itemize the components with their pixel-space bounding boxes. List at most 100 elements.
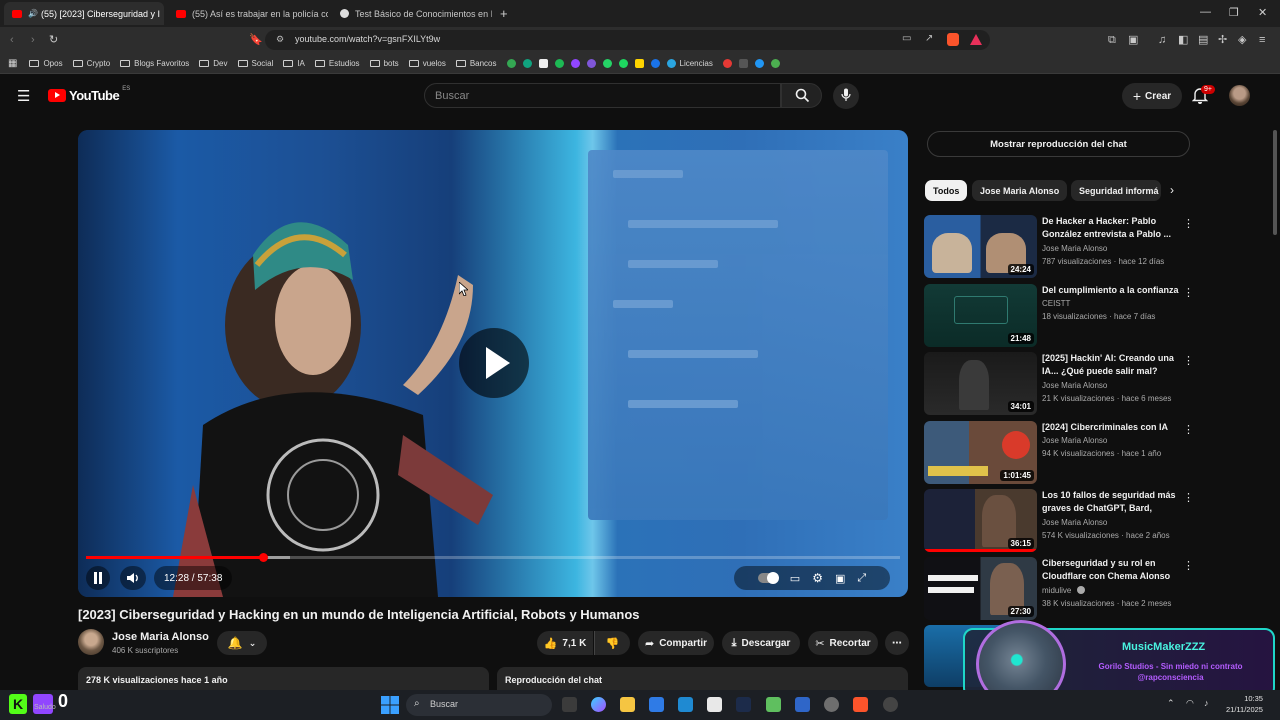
video-thumbnail[interactable]: 21:48 [924, 284, 1037, 347]
rec-channel[interactable]: Jose Maria Alonso [1042, 244, 1107, 253]
copilot-icon[interactable] [591, 697, 606, 712]
bookmark-spotify2-icon[interactable] [618, 58, 628, 68]
autoplay-toggle[interactable] [757, 572, 779, 584]
volume-button[interactable] [120, 566, 146, 590]
taskbar-clock[interactable]: 10:35 21/11/2025 [1226, 693, 1263, 715]
rec-title[interactable]: [2024] Cibercriminales con IA [1042, 421, 1180, 434]
vscode-icon[interactable] [678, 697, 693, 712]
bookmark-folder[interactable]: vuelos [408, 59, 446, 68]
bookmark-twitch-icon[interactable] [570, 58, 580, 68]
rec-channel[interactable]: Jose Maria Alonso [1042, 436, 1107, 445]
video-thumbnail[interactable]: 1:01:45 [924, 421, 1037, 484]
scrubber-handle[interactable] [258, 553, 268, 562]
progress-bar[interactable] [86, 553, 900, 562]
extensions-icon[interactable]: ⧉ [1108, 34, 1116, 46]
chip-channel[interactable]: Jose Maria Alonso [972, 180, 1068, 201]
app3-icon[interactable] [766, 697, 781, 712]
download-button[interactable]: ⤓ Descargar [722, 631, 800, 655]
taskbar-search[interactable]: ⌕ Buscar [406, 694, 552, 716]
more-vertical-icon[interactable]: ⋮ [1183, 559, 1194, 572]
bookmark-folder[interactable]: IA [283, 59, 305, 68]
site-info-icon[interactable]: ⚙ [276, 34, 284, 45]
recommendation-item[interactable]: 24:24 De Hacker a Hacker: Pablo González… [924, 215, 1200, 278]
apps-grid-icon[interactable]: ▦ [8, 58, 17, 69]
menu-icon[interactable]: ≡ [1259, 34, 1265, 46]
subtitles-icon[interactable]: ▭ [790, 572, 800, 585]
brave-rewards-icon[interactable] [970, 34, 982, 45]
subscribe-bell-button[interactable]: 🔔 ⌄ [217, 631, 267, 655]
rec-title[interactable]: Ciberseguridad y su rol en Cloudflare co… [1042, 557, 1180, 583]
settings-gear-icon[interactable]: ⚙ [812, 571, 823, 585]
cast-icon[interactable]: ▭ [902, 33, 911, 44]
rec-channel-row[interactable]: midulive [1042, 586, 1085, 595]
bookmark-notion-icon[interactable] [538, 58, 548, 68]
brave-taskbar-icon[interactable] [853, 697, 868, 712]
rec-channel[interactable]: CEISTT [1042, 299, 1070, 308]
show-chat-replay-button[interactable]: Mostrar reproducción del chat [927, 131, 1190, 157]
bookmark-app-icon[interactable] [586, 58, 596, 68]
video-thumbnail[interactable]: 27:30 [924, 557, 1037, 620]
share-button[interactable]: ➦ Compartir [638, 631, 714, 655]
forward-icon[interactable]: › [31, 34, 35, 46]
rec-channel[interactable]: Jose Maria Alonso [1042, 518, 1107, 527]
account-avatar[interactable] [1229, 85, 1250, 106]
youtube-logo[interactable]: YouTube ES [48, 86, 130, 103]
video-thumbnail[interactable]: 24:24 [924, 215, 1037, 278]
restore-icon[interactable]: ❐ [1229, 6, 1239, 19]
recommendation-item[interactable]: 27:30 Ciberseguridad y su rol en Cloudfl… [924, 557, 1200, 620]
translate-icon[interactable]: ✢ [1218, 34, 1227, 46]
browser-tab[interactable]: (55) Así es trabajar en la policía com [168, 2, 328, 25]
tray-volume-icon[interactable]: ♪ [1204, 698, 1209, 708]
tray-chevron-up-icon[interactable]: ⌃ [1167, 698, 1175, 709]
browser-tab-active[interactable]: 🔊 (55) [2023] Ciberseguridad y I ✕ [4, 2, 164, 25]
wallet-icon[interactable]: ▣ [1128, 34, 1138, 46]
bookmark-app5-icon[interactable] [754, 58, 764, 68]
bookmark-icon[interactable]: 🔖 [249, 34, 263, 46]
browser-tab[interactable]: Test Básico de Conocimientos en Inst [332, 2, 492, 25]
tray-network-icon[interactable]: ◠ [1186, 698, 1194, 709]
address-bar[interactable]: ⚙ youtube.com/watch?v=gsnFXILYt9w ▭ ↗ [265, 30, 990, 50]
bookmark-folder[interactable]: Dev [199, 59, 228, 68]
channel-name[interactable]: Jose Maria Alonso [112, 631, 209, 643]
bookmark-folder[interactable]: Crypto [72, 59, 110, 68]
obs-icon[interactable] [883, 697, 898, 712]
more-vertical-icon[interactable]: ⋮ [1183, 217, 1194, 230]
rec-title[interactable]: Del cumplimiento a la confianza [1042, 284, 1180, 297]
windows-start-icon[interactable] [381, 696, 399, 714]
back-icon[interactable]: ‹ [10, 34, 14, 46]
bookmark-app2-icon[interactable] [634, 58, 644, 68]
store-icon[interactable] [649, 697, 664, 712]
play-button[interactable] [459, 328, 529, 398]
recommendation-item[interactable]: 34:01 [2025] Hackin' AI: Creando una IA.… [924, 352, 1200, 415]
bookmark-chatgpt-icon[interactable] [522, 58, 532, 68]
task-view-icon[interactable] [562, 697, 577, 712]
bookmark-folder[interactable]: Blogs Favoritos [120, 59, 189, 68]
bookmark-edge-icon[interactable] [650, 58, 660, 68]
rec-title[interactable]: [2025] Hackin' AI: Creando una IA... ¿Qu… [1042, 352, 1180, 378]
more-actions-button[interactable]: ⋯ [885, 631, 909, 655]
bookmark-licencias[interactable]: Licencias [666, 58, 713, 68]
close-window-icon[interactable]: ✕ [1258, 6, 1267, 19]
more-vertical-icon[interactable]: ⋮ [1183, 423, 1194, 436]
bookmark-app6-icon[interactable] [770, 58, 780, 68]
hamburger-menu-icon[interactable]: ☰ [17, 87, 30, 105]
github-icon[interactable] [824, 697, 839, 712]
sidebar-icon[interactable]: ◧ [1178, 34, 1188, 46]
bookmark-app3-icon[interactable] [722, 58, 732, 68]
share-icon[interactable]: ↗ [925, 33, 933, 44]
channel-avatar[interactable] [78, 629, 104, 655]
rec-channel[interactable]: Jose Maria Alonso [1042, 381, 1107, 390]
like-button[interactable]: 👍 7,1 K [537, 631, 593, 655]
chevron-right-icon[interactable]: › [1170, 183, 1174, 197]
dislike-button[interactable]: 👎 [594, 631, 630, 655]
bookmark-folder[interactable]: bots [369, 59, 399, 68]
chip-topic[interactable]: Seguridad informá [1071, 180, 1161, 201]
vpn-icon[interactable]: ◈ [1238, 34, 1246, 46]
brave-shield-icon[interactable] [947, 33, 959, 46]
music-icon[interactable]: ♫ [1158, 34, 1166, 46]
theater-mode-icon[interactable]: ▣ [835, 572, 845, 585]
bookmark-whatsapp-icon[interactable] [602, 58, 612, 68]
fullscreen-icon[interactable]: ⤢ [857, 572, 866, 585]
bookmark-spotify-icon[interactable] [554, 58, 564, 68]
rec-title[interactable]: Los 10 fallos de seguridad más graves de… [1042, 489, 1180, 515]
